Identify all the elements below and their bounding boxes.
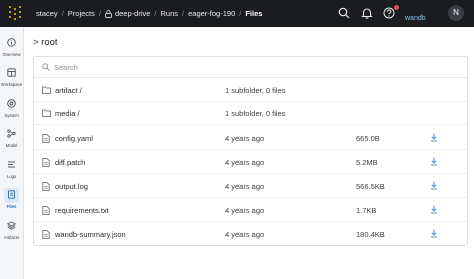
- folder-info: 1 subfolder, 0 files: [225, 86, 286, 95]
- sidebar-item-label: Overview: [2, 52, 21, 57]
- file-row[interactable]: requirements.txt 4 years ago 1.7KB: [34, 199, 467, 222]
- search-input[interactable]: [54, 60, 454, 75]
- folder-name[interactable]: media /: [55, 109, 80, 118]
- breadcrumb-user[interactable]: stacey: [36, 9, 58, 18]
- breadcrumb-runs[interactable]: Runs: [161, 9, 179, 18]
- folder-icon: [42, 109, 51, 117]
- breadcrumb-separator: /: [182, 9, 185, 18]
- sidebar-item-overview[interactable]: Overview: [0, 36, 23, 64]
- sidebar-item-logs[interactable]: Logs: [0, 158, 23, 186]
- file-size: 665.0B: [356, 134, 380, 143]
- files-icon: [8, 190, 15, 199]
- breadcrumb-run[interactable]: eager-fog-190: [188, 9, 235, 18]
- folder-name[interactable]: artifact /: [55, 86, 82, 95]
- file-modified: 4 years ago: [225, 206, 265, 215]
- sidebar-item-label: Files: [6, 204, 17, 209]
- file-size: 566.5KB: [356, 182, 385, 191]
- sidebar-item-label: Logs: [6, 174, 17, 179]
- logs-icon: [8, 161, 15, 168]
- download-icon[interactable]: [430, 181, 438, 190]
- file-size: 180.4KB: [356, 230, 385, 239]
- bell-icon[interactable]: [361, 7, 373, 19]
- file-name[interactable]: wandb-summary.json: [55, 230, 126, 239]
- system-icon: [7, 99, 16, 108]
- file-row[interactable]: diff.patch 4 years ago 5.2MB: [34, 151, 467, 174]
- folder-info: 1 subfolder, 0 files: [225, 109, 286, 118]
- sidebar-item-label: Model: [5, 143, 18, 148]
- file-row[interactable]: output.log 4 years ago 566.5KB: [34, 175, 467, 198]
- file-icon: [42, 134, 50, 143]
- folder-row[interactable]: media / 1 subfolder, 0 files: [34, 102, 467, 125]
- top-bar: stacey / Projects / deep-drive / Runs / …: [0, 0, 474, 27]
- sidebar-item-label: System: [4, 113, 19, 118]
- sidebar-item-files[interactable]: Files: [0, 188, 23, 216]
- org-label[interactable]: wandb: [405, 15, 426, 22]
- download-icon[interactable]: [430, 157, 438, 166]
- sidebar: Overview Workspace System Model Logs Fil…: [0, 27, 24, 279]
- file-modified: 4 years ago: [225, 158, 265, 167]
- file-modified: 4 years ago: [225, 230, 265, 239]
- download-icon[interactable]: [430, 205, 438, 214]
- file-icon: [42, 230, 50, 239]
- breadcrumb-project[interactable]: deep-drive: [115, 9, 150, 18]
- file-name[interactable]: requirements.txt: [55, 206, 109, 215]
- notification-badge: [394, 5, 399, 10]
- sidebar-item-label: Workspace: [0, 82, 23, 87]
- sidebar-item-label: Artifacts: [3, 235, 20, 240]
- files-panel: artifact / 1 subfolder, 0 files media / …: [33, 56, 468, 246]
- breadcrumb-separator: /: [239, 9, 242, 18]
- breadcrumb-separator: /: [98, 9, 101, 18]
- file-modified: 4 years ago: [225, 134, 265, 143]
- workspace-icon: [7, 68, 16, 77]
- file-size: 1.7KB: [356, 206, 377, 215]
- search-bar: [34, 57, 467, 78]
- sidebar-item-system[interactable]: System: [0, 97, 23, 125]
- breadcrumb-current: Files: [245, 9, 263, 18]
- path-breadcrumb[interactable]: > root: [33, 37, 58, 48]
- file-size: 5.2MB: [356, 158, 378, 167]
- file-modified: 4 years ago: [225, 182, 265, 191]
- file-icon: [42, 182, 50, 191]
- download-icon[interactable]: [430, 133, 438, 142]
- file-row[interactable]: wandb-summary.json 4 years ago 180.4KB: [34, 223, 467, 246]
- breadcrumb-separator: /: [154, 9, 157, 18]
- sidebar-item-artifacts[interactable]: Artifacts: [0, 219, 23, 247]
- sidebar-item-model[interactable]: Model: [0, 127, 23, 155]
- search-icon[interactable]: [338, 7, 350, 19]
- info-icon: [7, 38, 16, 47]
- folder-icon: [42, 86, 51, 94]
- file-name[interactable]: diff.patch: [55, 158, 85, 167]
- sidebar-item-workspace[interactable]: Workspace: [0, 66, 23, 94]
- file-icon: [42, 158, 50, 167]
- breadcrumb-separator: /: [61, 9, 64, 18]
- folder-row[interactable]: artifact / 1 subfolder, 0 files: [34, 79, 467, 102]
- breadcrumb-projects[interactable]: Projects: [68, 9, 95, 18]
- file-name[interactable]: output.log: [55, 182, 88, 191]
- file-icon: [42, 206, 50, 215]
- artifacts-icon: [7, 221, 16, 230]
- breadcrumb: stacey / Projects / deep-drive / Runs / …: [36, 0, 262, 27]
- wandb-logo[interactable]: [9, 6, 21, 20]
- search-icon: [42, 63, 50, 71]
- download-icon[interactable]: [430, 229, 438, 238]
- lock-icon: [105, 9, 112, 18]
- file-name[interactable]: config.yaml: [55, 134, 93, 143]
- model-icon: [7, 129, 16, 138]
- file-row[interactable]: config.yaml 4 years ago 665.0B: [34, 127, 467, 150]
- help-icon[interactable]: [383, 7, 395, 19]
- avatar[interactable]: N: [448, 5, 464, 21]
